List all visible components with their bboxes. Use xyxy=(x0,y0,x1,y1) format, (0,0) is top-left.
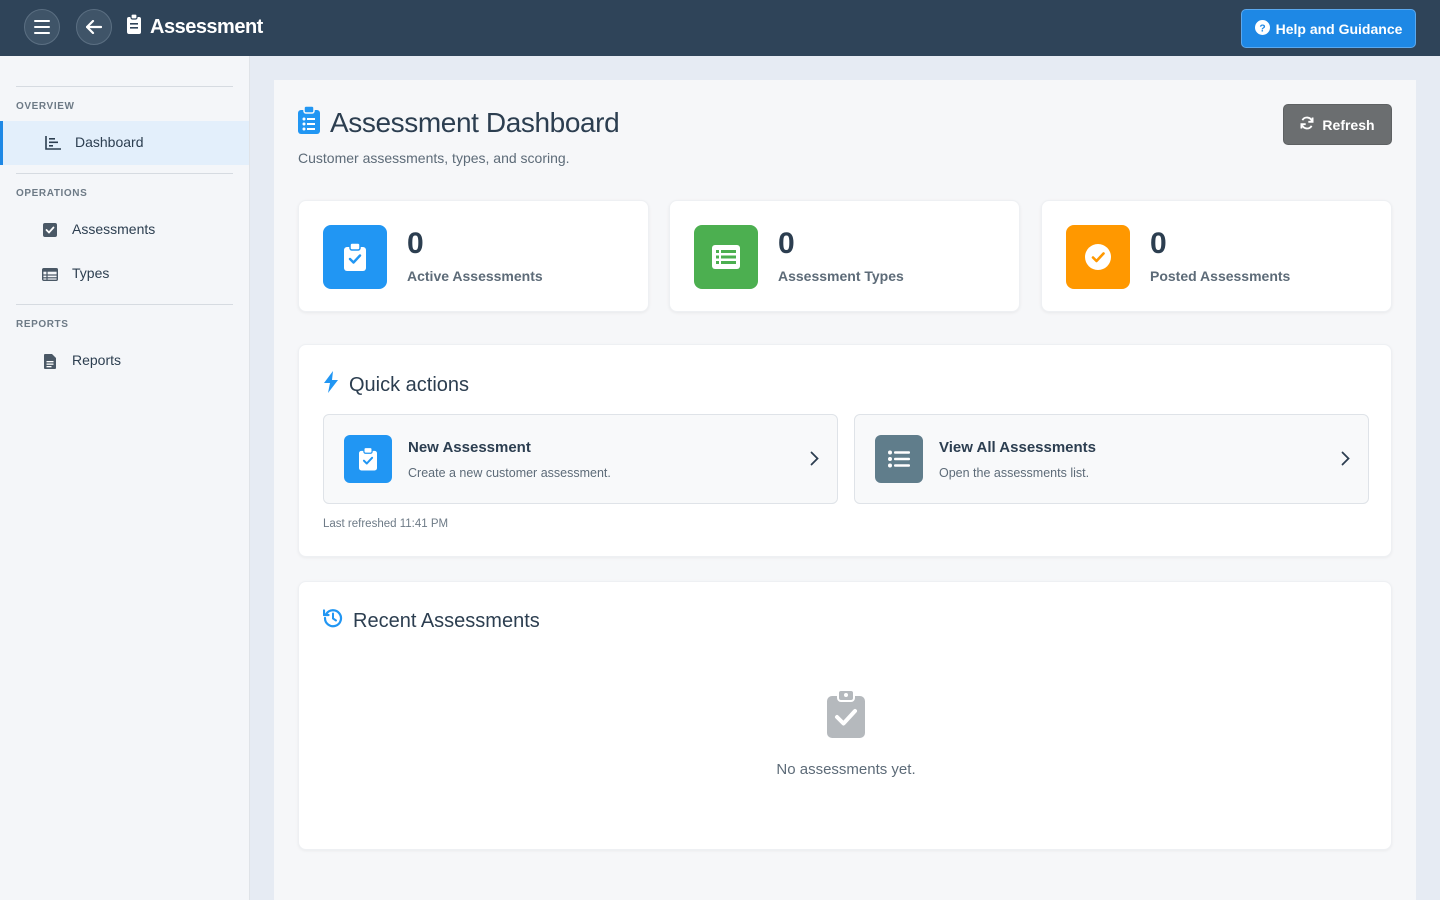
stat-label: Active Assessments xyxy=(407,268,543,284)
check-square-icon xyxy=(42,222,58,238)
empty-state: No assessments yet. xyxy=(299,689,1393,778)
quick-actions-panel: Quick actions New Assessment Create a ne… xyxy=(298,344,1392,557)
file-text-icon xyxy=(42,353,58,369)
clipboard-icon xyxy=(126,13,142,40)
quick-actions-title: Quick actions xyxy=(323,371,469,399)
sidebar-item-dashboard[interactable]: Dashboard xyxy=(0,121,249,165)
chevron-right-icon xyxy=(810,451,819,471)
view-all-assessments-desc: Open the assessments list. xyxy=(939,466,1090,480)
clipboard-check-empty-icon xyxy=(827,689,865,743)
sidebar-item-reports[interactable]: Reports xyxy=(0,339,249,383)
table-list-icon xyxy=(42,266,58,282)
quick-actions-title-text: Quick actions xyxy=(349,373,470,396)
clipboard-check-icon xyxy=(344,435,392,483)
clipboard-list-icon xyxy=(298,105,320,139)
stat-label: Assessment Types xyxy=(778,268,904,284)
sidebar: OVERVIEW Dashboard OPERATIONS Assessment… xyxy=(0,56,250,900)
refresh-icon xyxy=(1300,116,1314,133)
page-subtitle: Customer assessments, types, and scoring… xyxy=(298,150,570,166)
empty-state-text: No assessments yet. xyxy=(776,761,916,778)
sidebar-item-label: Assessments xyxy=(72,221,156,237)
sidebar-item-assessments[interactable]: Assessments xyxy=(0,208,249,252)
sidebar-item-label: Reports xyxy=(72,352,122,368)
stat-label: Posted Assessments xyxy=(1150,268,1291,284)
chevron-right-icon xyxy=(1341,451,1350,471)
new-assessment-title: New Assessment xyxy=(408,439,531,456)
arrow-left-icon xyxy=(86,20,102,34)
app-title-text: Assessment xyxy=(150,15,263,38)
new-assessment-card[interactable]: New Assessment Create a new customer ass… xyxy=(323,414,838,504)
stat-value: 0 xyxy=(1150,227,1167,260)
app-title: Assessment xyxy=(126,13,263,40)
bolt-icon xyxy=(323,371,339,399)
view-all-assessments-card[interactable]: View All Assessments Open the assessment… xyxy=(854,414,1369,504)
hamburger-icon xyxy=(34,20,50,34)
recent-assessments-title: Recent Assessments xyxy=(322,608,540,634)
history-icon xyxy=(322,608,343,634)
stat-value: 0 xyxy=(407,227,424,260)
recent-assessments-panel: Recent Assessments No assessments yet. xyxy=(298,581,1392,850)
sidebar-divider xyxy=(16,86,233,87)
stat-card-active-assessments: 0 Active Assessments xyxy=(298,200,649,312)
sidebar-divider xyxy=(16,304,233,305)
help-and-guidance-button[interactable]: ? Help and Guidance xyxy=(1241,9,1416,48)
last-refreshed-text: Last refreshed 11:41 PM xyxy=(323,518,449,530)
stat-card-posted-assessments: 0 Posted Assessments xyxy=(1041,200,1392,312)
refresh-button[interactable]: Refresh xyxy=(1283,104,1392,145)
stat-value: 0 xyxy=(778,227,795,260)
clipboard-check-icon xyxy=(323,225,387,289)
menu-button[interactable] xyxy=(24,9,60,45)
sidebar-section-reports: REPORTS xyxy=(16,319,69,330)
page-title: Assessment Dashboard xyxy=(330,106,620,138)
sidebar-item-types[interactable]: Types xyxy=(0,252,249,296)
sidebar-item-label: Types xyxy=(72,265,110,281)
main-content: Assessment Dashboard Customer assessment… xyxy=(274,80,1416,900)
sidebar-divider xyxy=(16,173,233,174)
page-header: Assessment Dashboard xyxy=(298,105,620,139)
view-all-assessments-title: View All Assessments xyxy=(939,439,1097,456)
back-button[interactable] xyxy=(76,9,112,45)
chart-bar-icon xyxy=(45,135,61,151)
top-bar: Assessment ? Help and Guidance xyxy=(0,0,1440,56)
svg-text:?: ? xyxy=(1259,23,1265,34)
sidebar-section-operations: OPERATIONS xyxy=(16,188,88,199)
check-circle-icon xyxy=(1066,225,1130,289)
list-alt-icon xyxy=(694,225,758,289)
new-assessment-desc: Create a new customer assessment. xyxy=(408,466,611,480)
question-circle-icon: ? xyxy=(1254,19,1270,38)
sidebar-item-label: Dashboard xyxy=(75,134,144,150)
stat-card-assessment-types: 0 Assessment Types xyxy=(669,200,1020,312)
recent-assessments-title-text: Recent Assessments xyxy=(353,609,540,632)
help-button-label: Help and Guidance xyxy=(1275,20,1403,37)
sidebar-section-overview: OVERVIEW xyxy=(16,101,75,112)
list-icon xyxy=(875,435,923,483)
refresh-button-label: Refresh xyxy=(1322,116,1375,133)
